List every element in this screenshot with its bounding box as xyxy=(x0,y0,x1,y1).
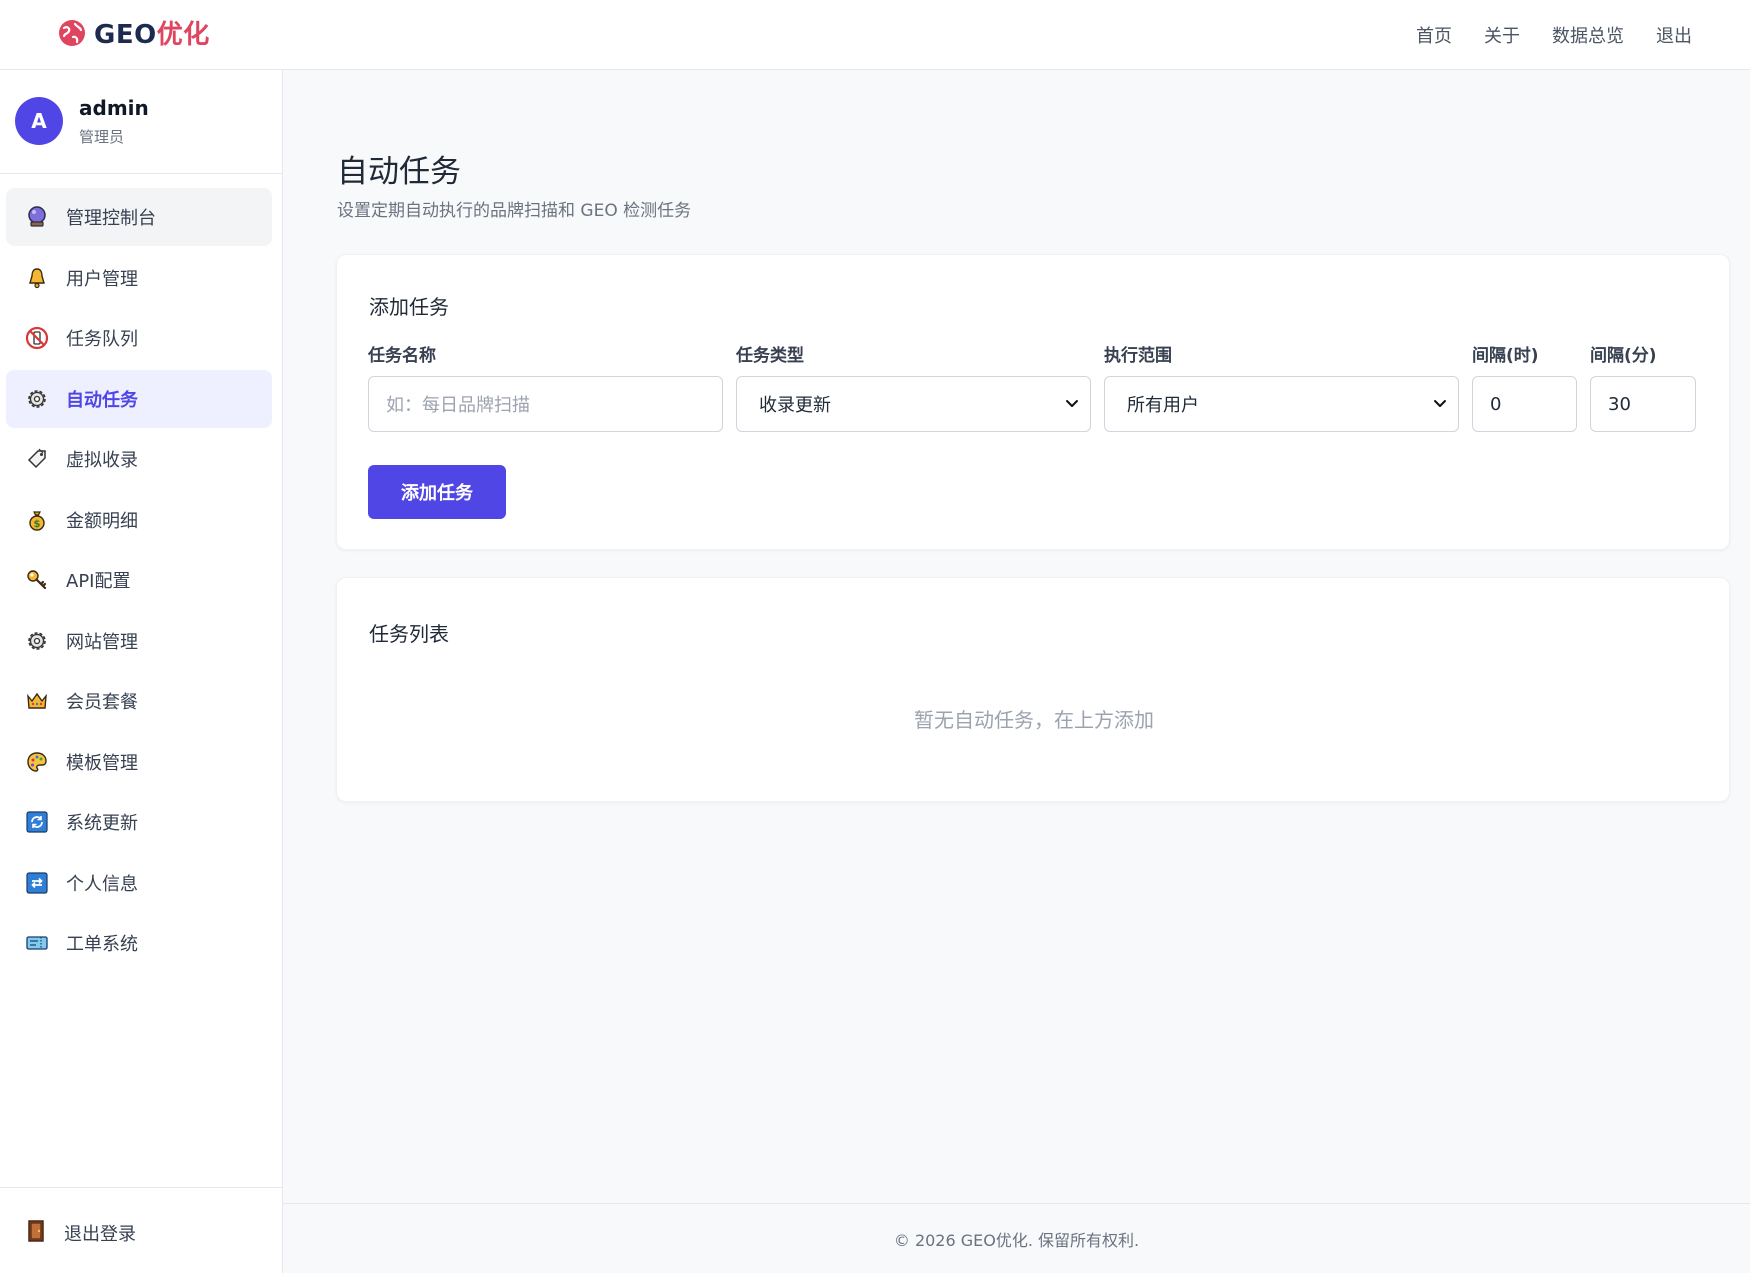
brand-logo[interactable]: GEO优化 xyxy=(58,14,210,51)
sidebar-item-label: 工单系统 xyxy=(66,934,138,955)
top-nav: 首页 关于 数据总览 退出 xyxy=(1416,0,1692,70)
brand-name: GEO优化 xyxy=(94,14,210,51)
user-profile: A admin 管理员 xyxy=(0,70,282,174)
footer: © 2026 GEO优化. 保留所有权利. xyxy=(283,1203,1750,1273)
interval-minutes-label: 间隔(分) xyxy=(1590,346,1657,366)
top-bar: GEO优化 首页 关于 数据总览 退出 xyxy=(0,0,1750,70)
sidebar-item-amount-details[interactable]: $ 金额明细 xyxy=(6,491,272,549)
sidebar-item-auto-tasks[interactable]: 自动任务 xyxy=(6,369,272,428)
no-phone-icon xyxy=(24,325,50,351)
sidebar-item-label: 系统更新 xyxy=(66,813,138,834)
user-role: 管理员 xyxy=(79,128,125,146)
task-list-title: 任务列表 xyxy=(369,622,449,646)
logout-button[interactable]: 退出登录 xyxy=(6,1204,272,1262)
sidebar-item-tickets[interactable]: 工单系统 xyxy=(6,914,272,972)
scope-label: 执行范围 xyxy=(1104,346,1172,366)
sidebar-item-api-config[interactable]: API配置 xyxy=(6,551,272,609)
sidebar-item-label: 网站管理 xyxy=(66,631,138,653)
sidebar-item-label: 自动任务 xyxy=(66,389,138,411)
sidebar-item-profile[interactable]: 个人信息 xyxy=(6,854,272,912)
money-bag-icon: $ xyxy=(24,507,50,533)
task-list-card: 任务列表 暂无自动任务，在上方添加 xyxy=(336,577,1730,802)
sidebar-item-dashboard[interactable]: 管理控制台 xyxy=(6,188,272,246)
sidebar-item-label: 任务队列 xyxy=(66,329,138,350)
task-name-input[interactable]: 如：每日品牌扫描 xyxy=(368,376,723,432)
sidebar-item-label: 管理控制台 xyxy=(66,208,156,229)
sidebar: A admin 管理员 管理控制台 用户管理 任务队列 自动任务 虚拟收录 $ … xyxy=(0,70,283,1273)
nav-logout-link[interactable]: 退出 xyxy=(1656,22,1692,48)
scope-select[interactable]: 所有用户 xyxy=(1104,376,1459,432)
refresh-icon xyxy=(24,809,50,835)
task-type-label: 任务类型 xyxy=(736,346,804,366)
main-content: 自动任务 设置定期自动执行的品牌扫描和 GEO 检测任务 添加任务 任务名称 如… xyxy=(283,70,1750,1203)
interval-hours-value: 0 xyxy=(1490,393,1502,415)
scope-value: 所有用户 xyxy=(1127,395,1199,416)
add-task-title: 添加任务 xyxy=(369,295,449,319)
sidebar-item-label: 用户管理 xyxy=(66,268,138,290)
gear-icon xyxy=(24,386,50,412)
sidebar-item-site-management[interactable]: 网站管理 xyxy=(6,612,272,670)
sidebar-menu: 管理控制台 用户管理 任务队列 自动任务 虚拟收录 $ 金额明细 API配置 网… xyxy=(6,188,272,975)
copyright-text: © 2026 GEO优化. 保留所有权利. xyxy=(893,1231,1140,1250)
door-icon xyxy=(24,1219,48,1247)
sidebar-item-label: 虚拟收录 xyxy=(66,450,138,471)
interval-minutes-value: 30 xyxy=(1608,393,1631,415)
brand-suffix: 优化 xyxy=(156,20,210,50)
add-task-card: 添加任务 任务名称 如：每日品牌扫描 任务类型 收录更新 执行范围 所有用户 间… xyxy=(336,254,1730,550)
interval-hours-label: 间隔(时) xyxy=(1472,346,1539,366)
sidebar-item-system-update[interactable]: 系统更新 xyxy=(6,793,272,851)
task-type-value: 收录更新 xyxy=(759,395,831,416)
sidebar-item-label: 金额明细 xyxy=(66,510,138,532)
bell-icon xyxy=(24,265,50,291)
sidebar-item-templates[interactable]: 模板管理 xyxy=(6,733,272,791)
chevron-down-icon xyxy=(1066,400,1078,407)
logout-label: 退出登录 xyxy=(64,1224,136,1245)
add-task-button[interactable]: 添加任务 xyxy=(368,465,506,519)
page-title: 自动任务 xyxy=(337,154,461,190)
interval-hours-input[interactable]: 0 xyxy=(1472,376,1577,432)
palette-icon xyxy=(24,749,50,775)
task-name-label: 任务名称 xyxy=(368,346,436,366)
sidebar-item-label: API配置 xyxy=(66,571,131,592)
user-name: admin xyxy=(79,96,149,120)
sidebar-item-task-queue[interactable]: 任务队列 xyxy=(6,309,272,367)
interval-minutes-input[interactable]: 30 xyxy=(1590,376,1696,432)
sidebar-item-users[interactable]: 用户管理 xyxy=(6,249,272,307)
task-type-select[interactable]: 收录更新 xyxy=(736,376,1091,432)
nav-overview-link[interactable]: 数据总览 xyxy=(1552,22,1624,48)
tag-icon xyxy=(24,446,50,472)
repeat-icon xyxy=(24,870,50,896)
sidebar-item-membership[interactable]: 会员套餐 xyxy=(6,672,272,730)
sidebar-item-virtual-index[interactable]: 虚拟收录 xyxy=(6,430,272,488)
sidebar-item-label: 会员套餐 xyxy=(66,692,138,713)
page-subtitle: 设置定期自动执行的品牌扫描和 GEO 检测任务 xyxy=(337,201,692,221)
sidebar-item-label: 个人信息 xyxy=(66,873,138,895)
svg-text:$: $ xyxy=(34,519,41,530)
brand-prefix: GEO xyxy=(94,20,157,50)
sidebar-footer: 退出登录 xyxy=(0,1187,282,1273)
crystal-ball-icon xyxy=(24,204,50,230)
globe-icon xyxy=(59,19,85,46)
nav-home-link[interactable]: 首页 xyxy=(1416,22,1452,48)
gear-icon xyxy=(24,628,50,654)
avatar: A xyxy=(15,97,63,145)
crown-icon xyxy=(24,688,50,714)
key-icon xyxy=(24,567,50,593)
ticket-icon xyxy=(24,930,50,956)
chevron-down-icon xyxy=(1434,400,1446,407)
task-name-placeholder: 如：每日品牌扫描 xyxy=(386,395,530,416)
nav-about-link[interactable]: 关于 xyxy=(1484,22,1520,48)
sidebar-item-label: 模板管理 xyxy=(66,752,138,774)
empty-state-message: 暂无自动任务，在上方添加 xyxy=(914,708,1154,732)
